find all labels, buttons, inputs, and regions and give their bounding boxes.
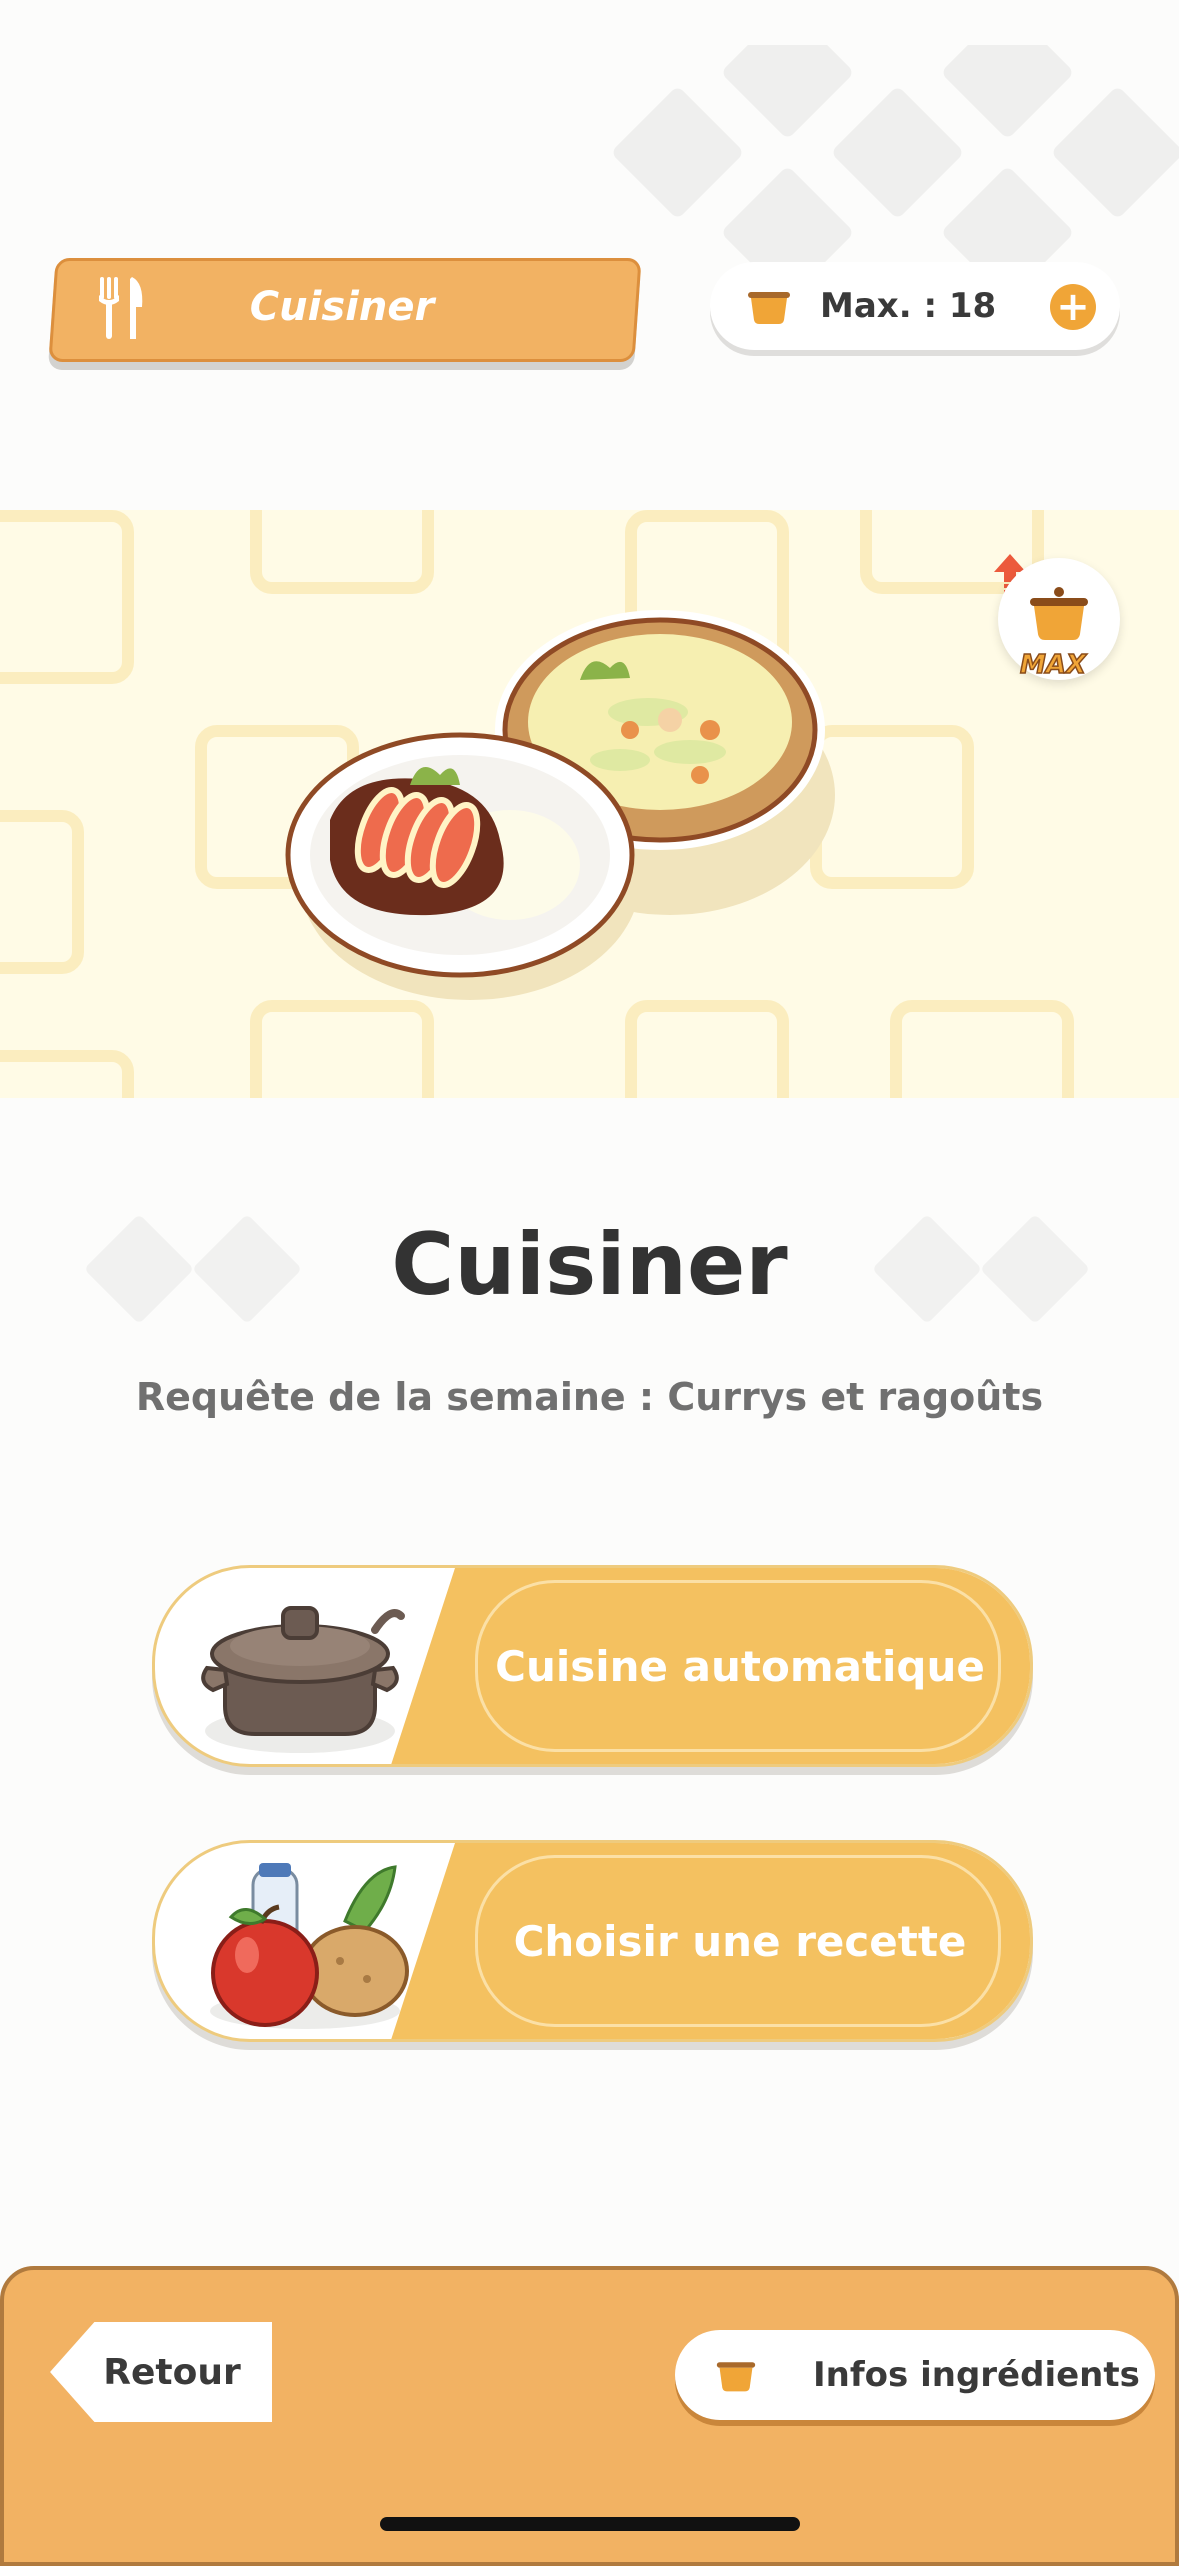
weekly-request: Requête de la semaine : Currys et ragoût…	[135, 1375, 1044, 1419]
pot-icon	[716, 2362, 756, 2392]
auto-cook-button[interactable]: Cuisine automatique	[152, 1565, 1033, 1767]
choose-recipe-label: Choisir une recette	[513, 1916, 967, 1966]
fork-knife-icon	[99, 277, 143, 339]
pot-icon	[1030, 587, 1088, 640]
cooking-pot-icon	[201, 1606, 405, 1753]
add-capacity-button[interactable]: +	[1050, 284, 1096, 330]
ingredients-info-button[interactable]: Infos ingrédients	[675, 2330, 1155, 2420]
page-title: Cuisiner	[391, 1215, 788, 1315]
ingredients-icon	[210, 1863, 409, 2029]
ingredients-info-label: Infos ingrédients	[813, 2355, 1140, 2395]
pot-capacity-indicator: Max. : 18 +	[710, 262, 1120, 350]
header-decoration	[600, 45, 1179, 275]
max-badge-label: MAX	[1019, 649, 1087, 681]
dish-illustration	[285, 610, 835, 1000]
pot-icon	[748, 292, 790, 324]
max-capacity-label: Max. : 18	[820, 286, 997, 326]
back-button[interactable]: Retour	[50, 2322, 272, 2422]
home-indicator[interactable]	[380, 2517, 800, 2531]
auto-cook-label: Cuisine automatique	[495, 1641, 985, 1691]
choose-recipe-button[interactable]: Choisir une recette	[152, 1840, 1033, 2042]
